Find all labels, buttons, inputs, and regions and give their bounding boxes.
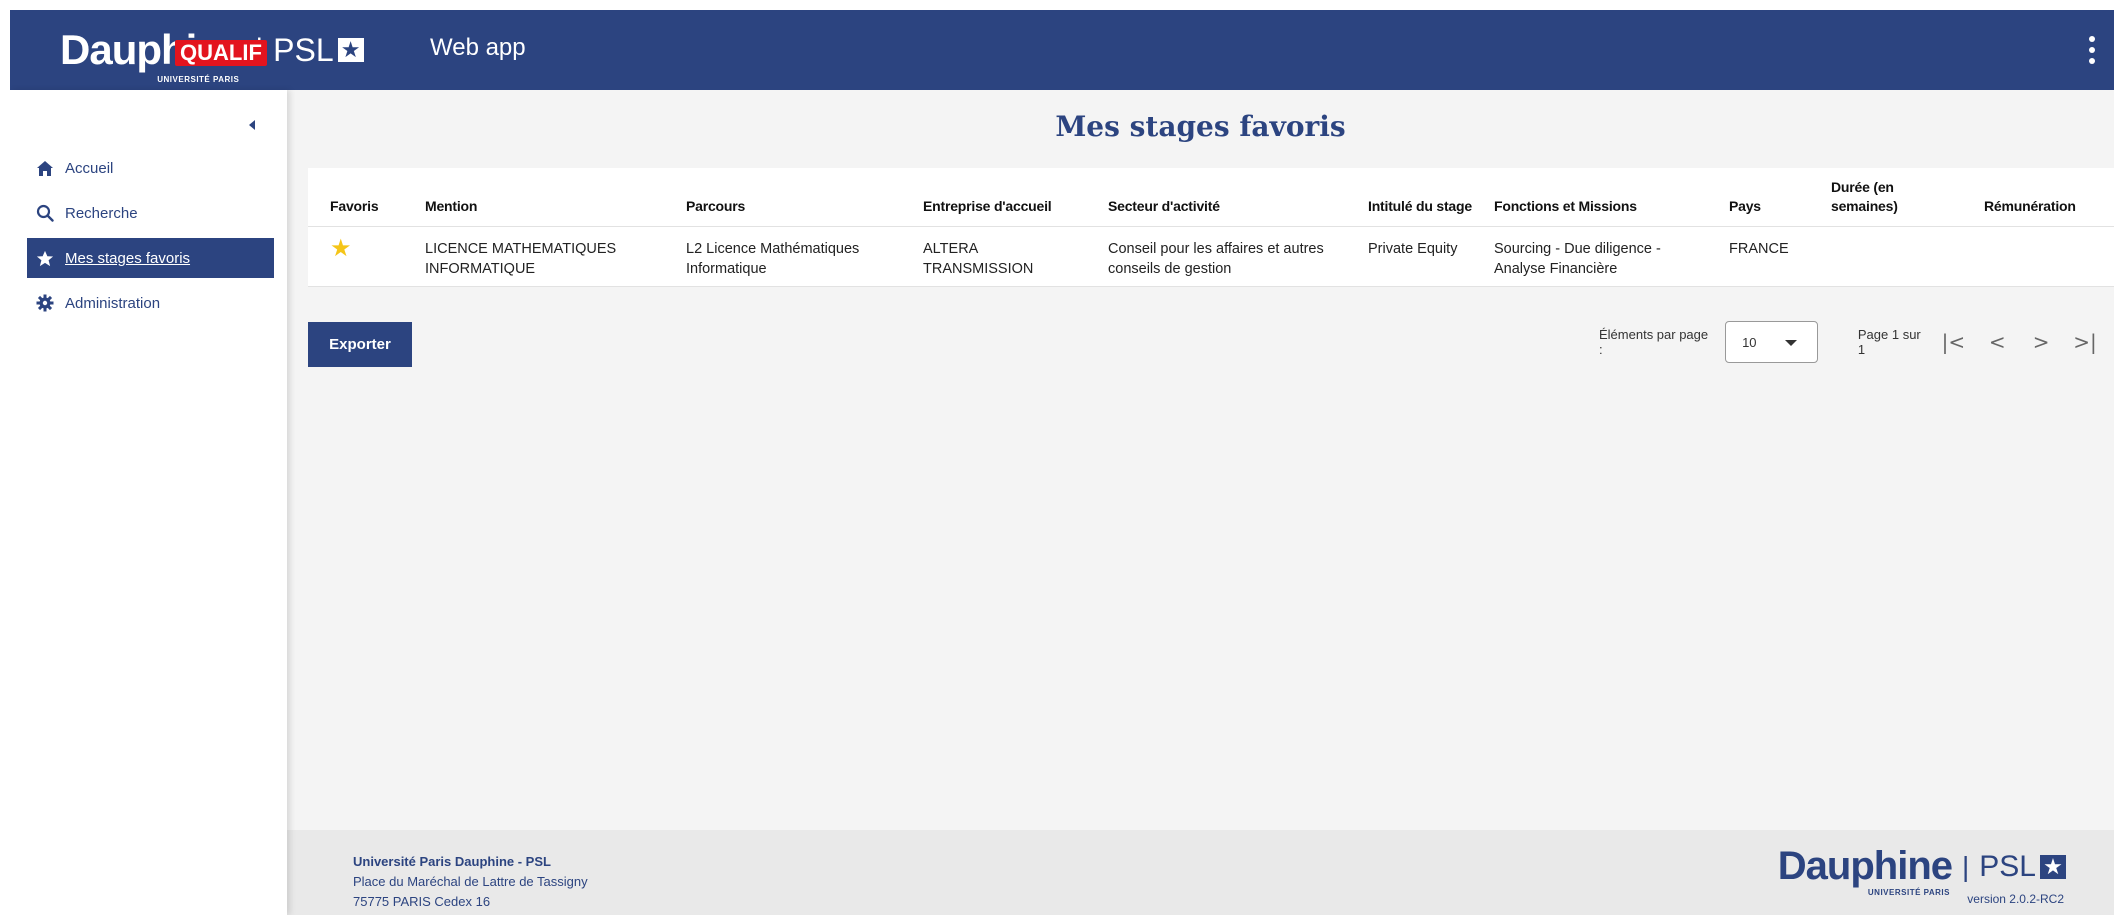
sidebar: Accueil Recherche Mes stages favoris Adm… xyxy=(10,90,287,915)
col-header-remuneration[interactable]: Rémunération xyxy=(1962,168,2114,227)
cell-entreprise: ALTERA TRANSMISSION xyxy=(901,226,1086,287)
sidebar-item-administration[interactable]: Administration xyxy=(27,283,274,323)
gear-icon xyxy=(36,294,54,312)
col-header-pays[interactable]: Pays xyxy=(1707,168,1809,227)
sidebar-item-label: Recherche xyxy=(65,204,138,222)
page-range-label: Page 1 sur 1 xyxy=(1857,327,1921,357)
app-name: Web app xyxy=(430,34,526,61)
cell-secteur: Conseil pour les affaires et autres cons… xyxy=(1086,226,1346,287)
paginator: Éléments par page : 10 Page 1 sur 1 |< <… xyxy=(1547,320,2107,364)
sidebar-nav: Accueil Recherche Mes stages favoris Adm… xyxy=(27,148,274,328)
sidebar-item-label: Mes stages favoris xyxy=(65,249,191,267)
page-title: Mes stages favoris xyxy=(1055,110,1346,143)
col-header-fonctions[interactable]: Fonctions et Missions xyxy=(1472,168,1707,227)
footer-logo[interactable]: Dauphine UNIVERSITÉ PARIS | PSL ★ xyxy=(1777,844,2066,897)
favorite-star-icon[interactable]: ★ xyxy=(330,235,352,262)
items-per-page-value: 10 xyxy=(1742,334,1757,350)
next-page-button[interactable]: > xyxy=(2019,320,2063,364)
cell-parcours: L2 Licence Mathématiques Informatique xyxy=(664,226,901,287)
footer-psl-star-icon: ★ xyxy=(2040,854,2066,879)
footer-address-line2: 75775 PARIS Cedex 16 xyxy=(353,894,491,909)
previous-page-button[interactable]: < xyxy=(1975,320,2019,364)
footer-logo-wordmark: Dauphine UNIVERSITÉ PARIS xyxy=(1777,844,1953,897)
sidebar-item-label: Administration xyxy=(65,294,161,312)
last-page-button[interactable]: >| xyxy=(2063,320,2107,364)
cell-remuneration xyxy=(1962,226,2114,287)
col-header-parcours[interactable]: Parcours xyxy=(664,168,901,227)
more-menu-icon[interactable] xyxy=(2088,36,2096,64)
items-per-page-label: Éléments par page : xyxy=(1599,327,1709,357)
main-content: Mes stages favoris Favoris Mention Parco… xyxy=(287,90,2114,830)
footer-org-name: Université Paris Dauphine - PSL xyxy=(353,854,551,869)
app-version: version 2.0.2-RC2 xyxy=(1967,892,2064,906)
footer-logo-separator: | xyxy=(1962,850,1970,882)
cell-intitule: Private Equity xyxy=(1346,226,1472,287)
col-header-intitule[interactable]: Intitulé du stage xyxy=(1346,168,1472,227)
col-header-duree[interactable]: Durée (en semaines) xyxy=(1809,168,1962,227)
footer-address-line1: Place du Maréchal de Lattre de Tassigny xyxy=(353,874,588,889)
cell-duree xyxy=(1809,226,1962,287)
first-page-button[interactable]: |< xyxy=(1931,320,1975,364)
footer-logo-subtitle: UNIVERSITÉ PARIS xyxy=(1867,888,1950,897)
psl-star-icon: ★ xyxy=(337,38,364,62)
app-frame: DauphineUNIVERSITÉ PARIS | PSL★ QUALIF W… xyxy=(10,10,2114,915)
collapse-sidebar-icon[interactable] xyxy=(246,118,260,132)
cell-pays: FRANCE xyxy=(1707,226,1809,287)
star-icon xyxy=(36,249,54,267)
footer-address: Université Paris Dauphine - PSL Place du… xyxy=(353,852,588,912)
sidebar-item-label: Accueil xyxy=(65,159,114,177)
logo-subtitle: UNIVERSITÉ PARIS xyxy=(157,75,240,84)
top-bar: DauphineUNIVERSITÉ PARIS | PSL★ QUALIF W… xyxy=(10,10,2114,90)
footer-psl-logo: PSL ★ xyxy=(1979,850,2066,884)
env-badge: QUALIF xyxy=(175,40,267,66)
items-per-page-select[interactable]: 10 xyxy=(1725,321,1818,363)
home-icon xyxy=(36,159,54,177)
table-header-row: Favoris Mention Parcours Entreprise d'ac… xyxy=(308,168,2114,227)
col-header-entreprise[interactable]: Entreprise d'accueil xyxy=(901,168,1086,227)
footer: Université Paris Dauphine - PSL Place du… xyxy=(287,830,2114,915)
sidebar-item-recherche[interactable]: Recherche xyxy=(27,193,274,233)
cell-fonctions: Sourcing - Due diligence - Analyse Finan… xyxy=(1472,226,1707,287)
col-header-secteur[interactable]: Secteur d'activité xyxy=(1086,168,1346,227)
table-row[interactable]: ★ LICENCE MATHEMATIQUES INFORMATIQUE L2 … xyxy=(308,226,2114,287)
col-header-favoris[interactable]: Favoris xyxy=(308,168,403,227)
sidebar-item-accueil[interactable]: Accueil xyxy=(27,148,274,188)
favorites-table: Favoris Mention Parcours Entreprise d'ac… xyxy=(308,168,2114,287)
col-header-mention[interactable]: Mention xyxy=(403,168,664,227)
sidebar-item-mes-stages-favoris[interactable]: Mes stages favoris xyxy=(27,238,274,278)
chevron-down-icon xyxy=(1784,340,1797,346)
psl-logo: PSL ★ xyxy=(273,32,364,69)
search-icon xyxy=(36,204,54,222)
export-button[interactable]: Exporter xyxy=(308,322,412,367)
cell-mention: LICENCE MATHEMATIQUES INFORMATIQUE xyxy=(403,226,664,287)
cell-favori: ★ xyxy=(308,226,403,287)
